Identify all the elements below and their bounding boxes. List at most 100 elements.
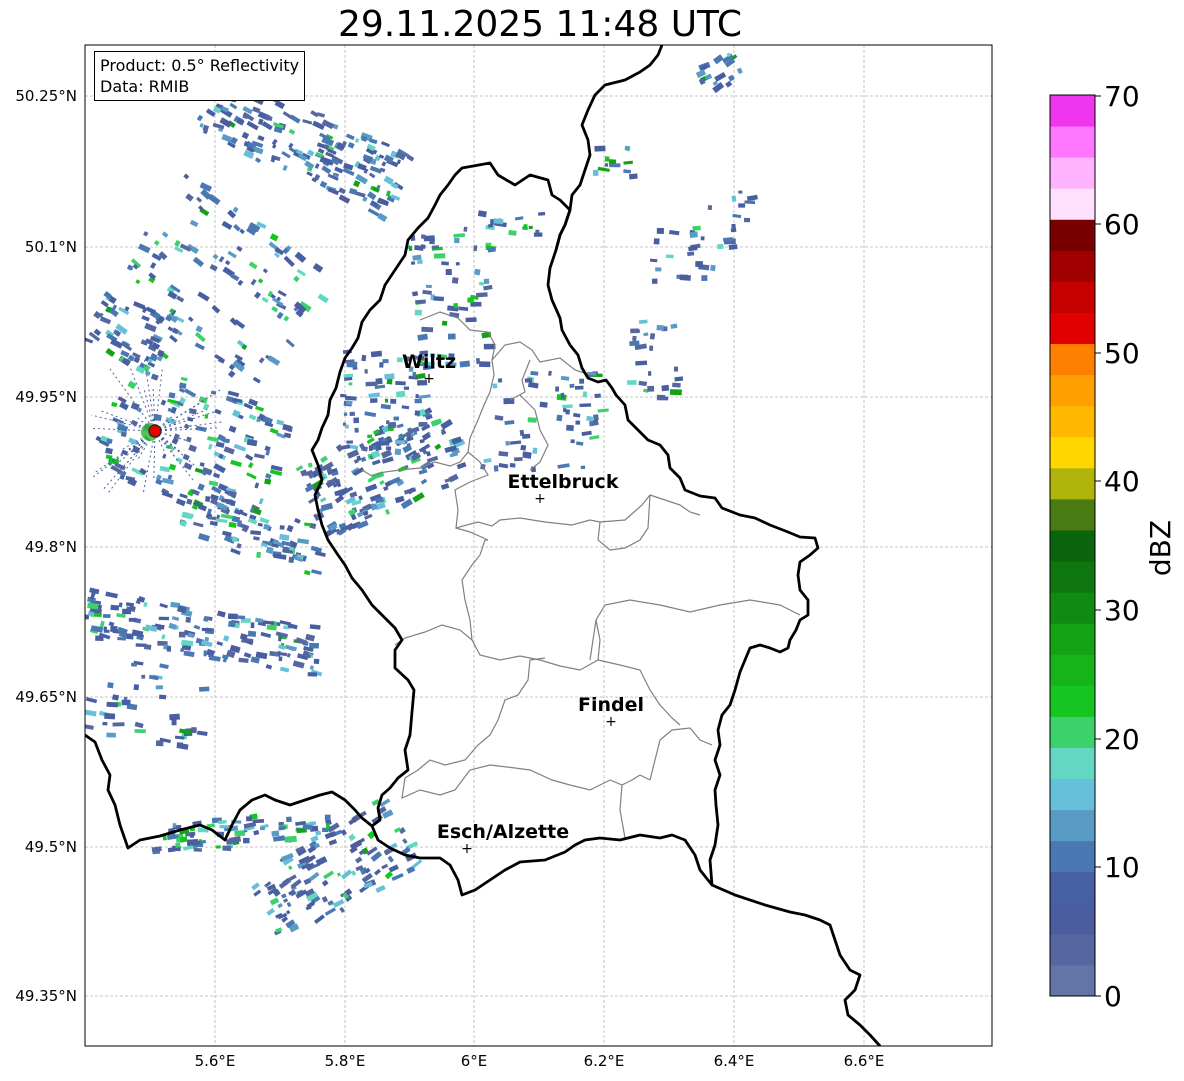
svg-text:49.5°N: 49.5°N — [25, 838, 77, 856]
svg-text:5.6°E: 5.6°E — [195, 1052, 236, 1070]
echo-cell — [728, 244, 738, 250]
echo-cell — [509, 463, 516, 468]
echo-cell — [286, 816, 292, 823]
echo-cell — [648, 371, 652, 376]
echo-cell — [279, 525, 285, 530]
svg-text:Findel: Findel — [578, 694, 644, 716]
echo-cell — [566, 424, 574, 432]
echo-cell — [231, 536, 238, 542]
echo-cell — [535, 229, 540, 233]
echo-cell — [649, 333, 656, 340]
echo-cell — [455, 261, 460, 266]
svg-text:Esch/Alzette: Esch/Alzette — [437, 821, 569, 843]
echo-cell — [493, 218, 504, 225]
echo-cell — [365, 381, 378, 387]
echo-cell — [451, 277, 459, 284]
echo-cell — [324, 814, 331, 821]
echo-cell — [701, 275, 708, 281]
svg-text:49.95°N: 49.95°N — [15, 388, 77, 406]
echo-cell — [284, 835, 297, 843]
echo-cell — [593, 169, 599, 176]
longitude-labels: 5.6°E 5.8°E 6°E 6.2°E 6.4°E 6.6°E — [195, 1052, 885, 1070]
echo-cell — [582, 391, 588, 398]
echo-cell — [390, 398, 397, 404]
echo-cell — [523, 224, 528, 230]
echo-cell — [738, 203, 746, 208]
echo-cell — [288, 556, 295, 564]
echo-cell — [492, 383, 498, 389]
echo-cell — [628, 173, 638, 180]
echo-cell — [562, 404, 573, 409]
echo-cell — [256, 551, 262, 558]
echo-cell — [133, 684, 140, 691]
colorbar-swatch — [1050, 623, 1095, 655]
echo-cell — [367, 434, 373, 438]
echo-cell — [393, 416, 400, 421]
echo-cell — [395, 390, 406, 398]
echo-cell — [264, 478, 272, 485]
echo-cell — [483, 278, 490, 285]
echo-cell — [413, 430, 418, 435]
echo-cell — [479, 281, 485, 286]
echo-cell — [604, 156, 610, 162]
echo-cell — [414, 309, 422, 316]
echo-cell — [417, 259, 423, 265]
echo-cell — [730, 227, 737, 233]
echo-cell — [387, 421, 397, 429]
echo-cell — [107, 682, 114, 689]
colorbar-swatch — [1050, 126, 1095, 158]
echo-cell — [493, 465, 499, 472]
svg-text:5.8°E: 5.8°E — [325, 1052, 366, 1070]
echo-cell — [679, 274, 691, 281]
echo-cell — [226, 838, 236, 845]
echo-cell — [453, 302, 459, 309]
echo-cell — [441, 320, 448, 326]
echo-cell — [656, 324, 665, 331]
echo-cell — [144, 644, 152, 650]
svg-text:60: 60 — [1104, 208, 1140, 241]
svg-text:+: + — [534, 491, 546, 507]
echo-cell — [185, 616, 192, 623]
echo-cell — [141, 674, 146, 679]
svg-text:50.1°N: 50.1°N — [25, 238, 77, 256]
colorbar-swatch — [1050, 871, 1095, 904]
svg-text:6.2°E: 6.2°E — [584, 1052, 625, 1070]
colorbar: 0 10 20 30 40 50 60 70 dBZ — [1049, 80, 1177, 1013]
colorbar-swatch — [1050, 964, 1095, 997]
latitude-labels: 50.25°N 50.1°N 49.95°N 49.8°N 49.65°N 49… — [15, 87, 77, 1005]
echo-cell — [237, 520, 242, 527]
echo-cell — [103, 629, 110, 633]
echo-cell — [278, 656, 283, 662]
echo-cell — [656, 394, 666, 401]
svg-text:+: + — [461, 841, 473, 857]
echo-cell — [354, 427, 359, 433]
colorbar-swatch — [1050, 778, 1095, 811]
echo-cell — [604, 163, 609, 167]
echo-cell — [656, 227, 664, 234]
echo-cell — [386, 378, 393, 385]
echo-cell — [475, 357, 481, 365]
echo-cell — [700, 236, 705, 241]
echo-cell — [172, 823, 177, 828]
echo-cell — [421, 326, 434, 333]
echo-cell — [408, 245, 413, 251]
echo-cell — [674, 376, 684, 382]
svg-text:10: 10 — [1104, 851, 1140, 884]
svg-text:49.8°N: 49.8°N — [25, 538, 77, 556]
echo-cell — [589, 421, 593, 427]
echo-cell — [382, 359, 389, 364]
echo-cell — [433, 253, 446, 259]
echo-cell — [102, 722, 108, 726]
echo-cell — [222, 845, 232, 852]
echo-cell — [128, 617, 137, 622]
echo-cell — [672, 382, 681, 388]
echo-cell — [627, 380, 637, 385]
echo-cell — [104, 712, 116, 720]
svg-text:+: + — [423, 371, 435, 387]
echo-cell — [410, 261, 416, 265]
echo-cell — [479, 361, 491, 368]
echo-cell — [378, 441, 390, 446]
echo-cell — [309, 821, 317, 826]
echo-cell — [527, 417, 537, 423]
colorbar-swatch — [1050, 95, 1095, 127]
